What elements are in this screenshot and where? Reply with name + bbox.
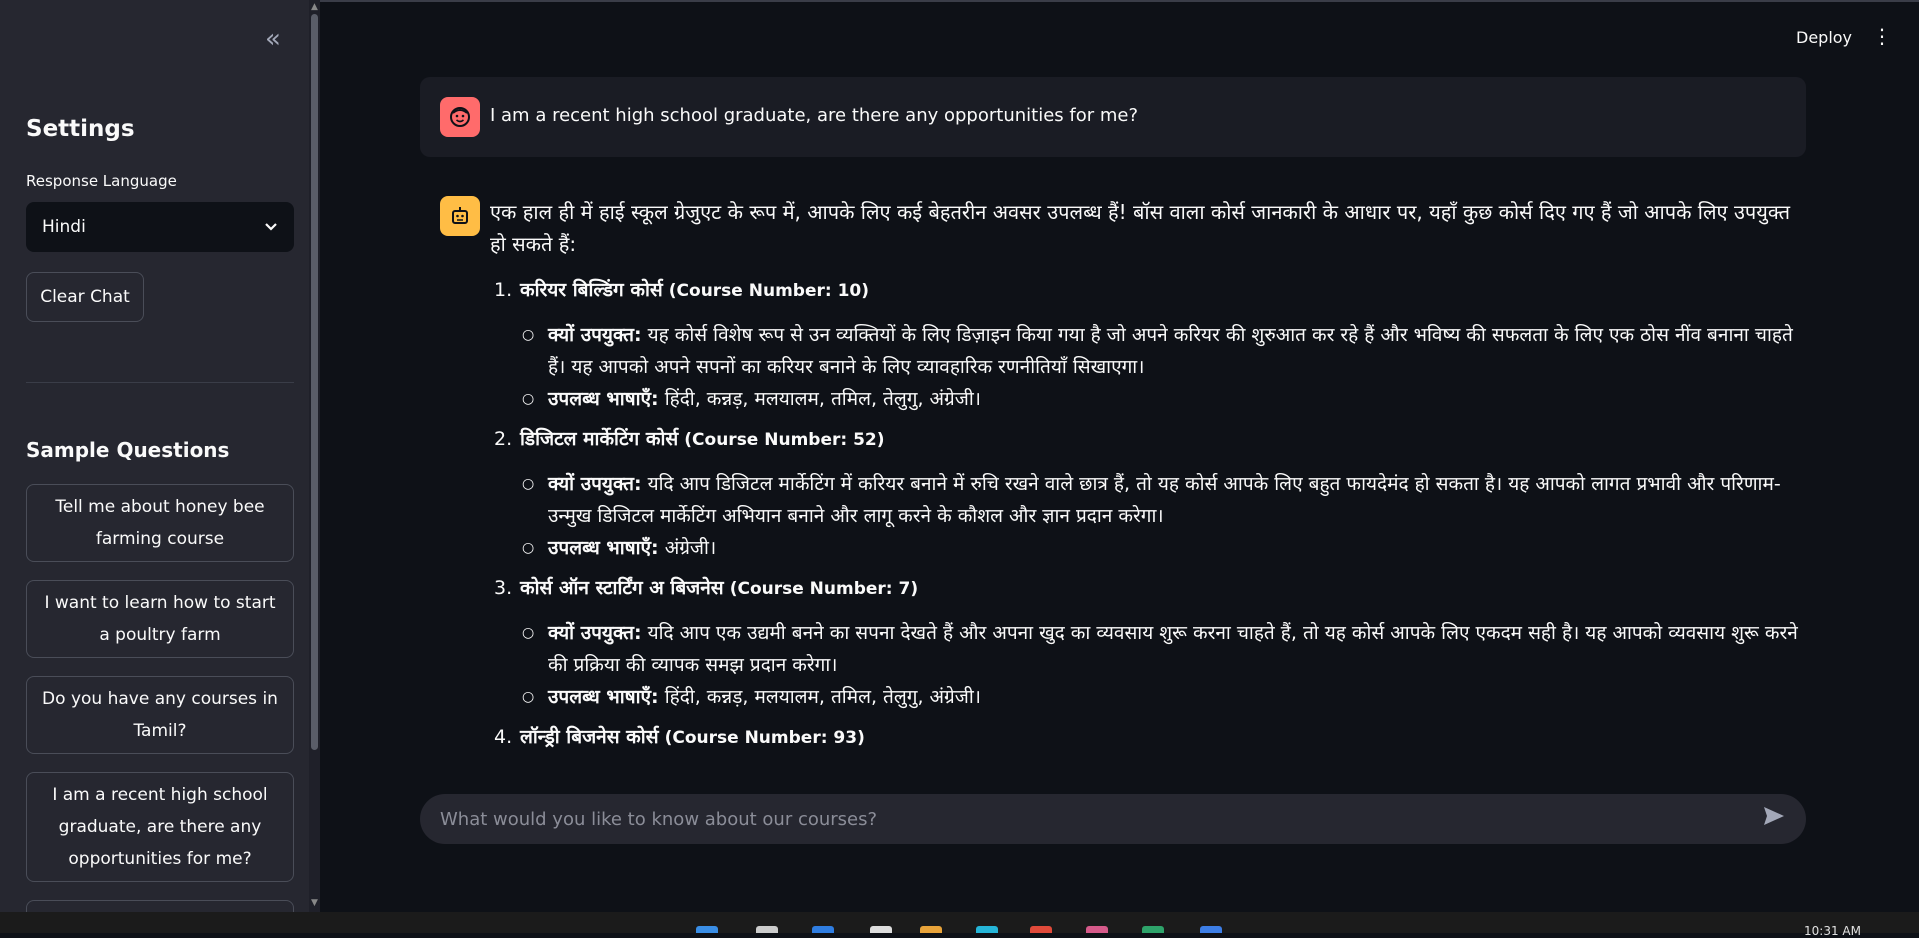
files-icon[interactable] — [920, 926, 942, 933]
course-reason: ○ क्यों उपयुक्त: यदि आप डिजिटल मार्केटिंग… — [522, 473, 1781, 527]
bot-message: एक हाल ही में हाई स्कूल ग्रेजुएट के रूप … — [490, 196, 1806, 766]
languages-text: हिंदी, कन्नड़, मलयालम, तमिल, तेलुगु, अंग… — [664, 686, 981, 708]
sample-question-button[interactable]: I want to learn how to start a poultry f… — [26, 580, 294, 658]
course-item: 2. डिजिटल मार्केटिंग कोर्स (Course Numbe… — [490, 423, 1806, 456]
list-number: 2. — [494, 428, 513, 450]
search-icon[interactable] — [756, 926, 778, 933]
send-icon[interactable] — [1762, 805, 1786, 833]
course-name: करियर बिल्डिंग कोर्स — [520, 279, 663, 301]
user-message: I am a recent high school graduate, are … — [420, 77, 1806, 157]
sidebar: « Settings Response Language Hindi Clear… — [0, 0, 320, 912]
start-icon[interactable] — [696, 926, 718, 933]
course-item: 3. कोर्स ऑन स्टार्टिंग अ बिजनेस (Course … — [490, 572, 1806, 605]
notes-icon[interactable] — [870, 926, 892, 933]
clear-chat-button[interactable]: Clear Chat — [26, 272, 144, 322]
sidebar-divider — [26, 382, 294, 383]
sample-question-button[interactable]: I am a recent high school graduate, are … — [26, 772, 294, 882]
language-label: Response Language — [26, 172, 177, 190]
languages-text: हिंदी, कन्नड़, मलयालम, तमिल, तेलुगु, अंग… — [664, 388, 981, 410]
course-languages: ○ उपलब्ध भाषाएँ: अंग्रेजी। — [522, 537, 717, 559]
reason-label: क्यों उपयुक्त: — [548, 473, 642, 495]
reason-text: यदि आप डिजिटल मार्केटिंग में करियर बनाने… — [548, 473, 1781, 527]
languages-label: उपलब्ध भाषाएँ: — [548, 537, 659, 559]
course-number: (Course Number: 93) — [664, 728, 865, 748]
user-message-text: I am a recent high school graduate, are … — [490, 105, 1138, 126]
bot-avatar-icon — [440, 196, 480, 236]
list-number: 4. — [494, 726, 513, 748]
chat-input-bar — [420, 794, 1806, 844]
taskbar-clock: 10:31 AM — [1804, 924, 1861, 938]
course-languages: ○ उपलब्ध भाषाएँ: हिंदी, कन्नड़, मलयालम, त… — [522, 388, 981, 410]
course-name: लॉन्ड्री बिजनेस कोर्स — [520, 726, 659, 748]
scroll-up-icon[interactable]: ▲ — [309, 2, 320, 12]
languages-label: उपलब्ध भाषाएँ: — [548, 388, 659, 410]
bot-intro-text: एक हाल ही में हाई स्कूल ग्रेजुएट के रूप … — [490, 200, 1790, 256]
settings-title: Settings — [26, 116, 135, 142]
chat-input[interactable] — [440, 808, 1762, 830]
course-name: डिजिटल मार्केटिंग कोर्स — [520, 428, 679, 450]
deploy-button[interactable]: Deploy — [1796, 28, 1852, 47]
app-icon[interactable] — [1086, 926, 1108, 933]
language-value: Hindi — [42, 217, 86, 237]
course-reason: ○ क्यों उपयुक्त: यदि आप एक उद्यमी बनने का… — [522, 622, 1798, 676]
course-reason: ○ क्यों उपयुक्त: यह कोर्स विशेष रूप से उन… — [522, 324, 1793, 378]
sample-question-button[interactable]: Tell me about honey bee farming course — [26, 484, 294, 562]
os-taskbar: 10:31 AM — [0, 912, 1919, 938]
sample-question-button[interactable]: Do you have any courses in Tamil? — [26, 676, 294, 754]
vscode-icon[interactable] — [1200, 926, 1222, 933]
chrome-icon[interactable] — [1030, 926, 1052, 933]
list-number: 3. — [494, 577, 513, 599]
more-options-icon[interactable]: ⋮ — [1872, 26, 1892, 46]
languages-text: अंग्रेजी। — [664, 537, 717, 559]
sample-question-button[interactable] — [26, 900, 294, 912]
course-languages: ○ उपलब्ध भाषाएँ: हिंदी, कन्नड़, मलयालम, त… — [522, 686, 981, 708]
chevron-down-icon — [264, 217, 278, 237]
app-icon[interactable] — [976, 926, 998, 933]
course-item: 1. करियर बिल्डिंग कोर्स (Course Number: … — [490, 274, 1806, 307]
reason-label: क्यों उपयुक्त: — [548, 622, 642, 644]
collapse-sidebar-icon[interactable]: « — [258, 26, 288, 54]
languages-label: उपलब्ध भाषाएँ: — [548, 686, 659, 708]
app-window: « Settings Response Language Hindi Clear… — [0, 0, 1919, 912]
language-select[interactable]: Hindi — [26, 202, 294, 252]
scroll-down-icon[interactable]: ▼ — [309, 898, 320, 908]
app-icon[interactable] — [1142, 926, 1164, 933]
course-item: 4. लॉन्ड्री बिजनेस कोर्स (Course Number:… — [490, 721, 1806, 754]
reason-text: यदि आप एक उद्यमी बनने का सपना देखते हैं … — [548, 622, 1798, 676]
course-name: कोर्स ऑन स्टार्टिंग अ बिजनेस — [520, 577, 724, 599]
user-avatar-icon — [440, 97, 480, 137]
edge-icon[interactable] — [812, 926, 834, 933]
list-number: 1. — [494, 279, 513, 301]
course-number: (Course Number: 7) — [729, 579, 919, 599]
course-number: (Course Number: 10) — [668, 281, 870, 301]
sample-questions-title: Sample Questions — [26, 438, 230, 462]
reason-text: यह कोर्स विशेष रूप से उन व्यक्तियों के ल… — [548, 324, 1793, 378]
course-number: (Course Number: 52) — [684, 430, 885, 450]
reason-label: क्यों उपयुक्त: — [548, 324, 642, 346]
sidebar-scrollbar-thumb[interactable] — [311, 14, 318, 750]
